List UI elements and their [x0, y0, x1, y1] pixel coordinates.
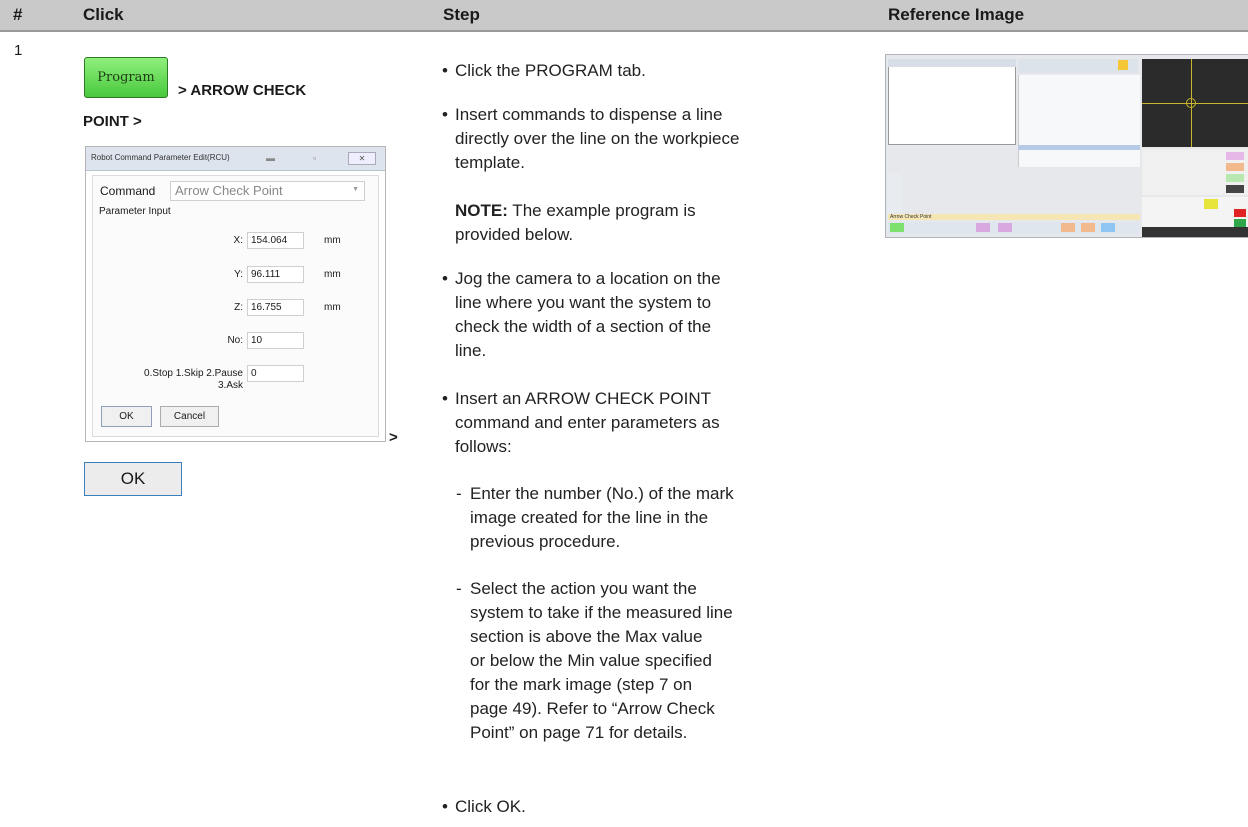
bullet-icon: •: [442, 797, 448, 816]
program-button[interactable]: Program: [84, 57, 168, 98]
step-note: NOTE: The example program is provided be…: [455, 201, 696, 244]
bullet-icon: •: [442, 389, 448, 408]
ref-status-text: Arrow Check Point: [890, 214, 932, 220]
click-path-arrow: >: [389, 429, 398, 446]
step-bullet: • Click OK.: [442, 795, 526, 819]
y-label: Y:: [234, 269, 243, 280]
reference-image: Arrow Check Point: [885, 54, 1248, 238]
x-field[interactable]: 154.064: [247, 232, 304, 249]
step-bullet: • Insert commands to dispense a line dir…: [442, 105, 740, 172]
ref-table: [1018, 75, 1140, 167]
close-icon[interactable]: ✕: [348, 152, 376, 165]
ref-jog-controls: [1142, 197, 1248, 227]
z-label: Z:: [234, 302, 243, 313]
chevron-down-icon: ▼: [352, 186, 359, 193]
stop-label-2: 3.Ask: [217, 380, 243, 391]
dialog-body: Command Arrow Check Point ▼ Parameter In…: [92, 175, 379, 437]
y-unit: mm: [324, 269, 341, 280]
bullet-icon: •: [442, 269, 448, 288]
stop-field[interactable]: 0: [247, 365, 304, 382]
bullet-icon: •: [442, 105, 448, 124]
bullet-icon: •: [442, 61, 448, 80]
step-bullet: • Jog the camera to a location on the li…: [442, 269, 721, 360]
dialog-titlebar: Robot Command Parameter Edit(RCU) ▬ ▫ ✕: [86, 147, 385, 171]
y-field[interactable]: 96.111: [247, 266, 304, 283]
header-divider: [0, 30, 1248, 32]
step-bullet: • Insert an ARROW CHECK POINT command an…: [442, 389, 720, 456]
ref-side-icons: [888, 173, 902, 213]
x-label: X:: [233, 235, 243, 246]
dialog-title: Robot Command Parameter Edit(RCU): [91, 153, 230, 162]
command-select[interactable]: Arrow Check Point ▼: [170, 181, 365, 201]
click-path-text: > ARROW CHECK: [178, 82, 307, 99]
command-label: Command: [100, 184, 156, 198]
header-reference: Reference Image: [888, 5, 1025, 24]
step-number: 1: [14, 42, 23, 59]
parameter-dialog: Robot Command Parameter Edit(RCU) ▬ ▫ ✕ …: [85, 146, 386, 442]
z-field[interactable]: 16.755: [247, 299, 304, 316]
x-unit: mm: [324, 235, 341, 246]
dialog-cancel-button[interactable]: Cancel: [160, 406, 219, 427]
header-step: Step: [443, 5, 480, 24]
click-path-text-2: POINT >: [83, 113, 142, 130]
z-unit: mm: [324, 302, 341, 313]
no-field[interactable]: 10: [247, 332, 304, 349]
ref-dialog: [888, 59, 1016, 145]
parameter-input-label: Parameter Input: [99, 206, 171, 217]
ok-button[interactable]: OK: [84, 462, 182, 496]
header-number: #: [13, 5, 23, 24]
table-header: # Click Step Reference Image: [0, 0, 1248, 30]
header-click: Click: [83, 5, 124, 24]
maximize-icon[interactable]: ▫: [313, 153, 316, 163]
command-value: Arrow Check Point: [175, 183, 283, 198]
stop-label: 0.Stop 1.Skip 2.Pause: [144, 368, 243, 379]
step-subitem: - Enter the number (No.) of the mark ima…: [456, 484, 734, 551]
minimize-icon[interactable]: ▬: [266, 153, 275, 163]
step-bullet: • Click the PROGRAM tab.: [442, 59, 646, 83]
ref-folder-icon: [1118, 60, 1128, 70]
no-label: No:: [227, 335, 243, 346]
step-subitem: - Select the action you want the system …: [456, 579, 733, 742]
dialog-ok-button[interactable]: OK: [101, 406, 152, 427]
